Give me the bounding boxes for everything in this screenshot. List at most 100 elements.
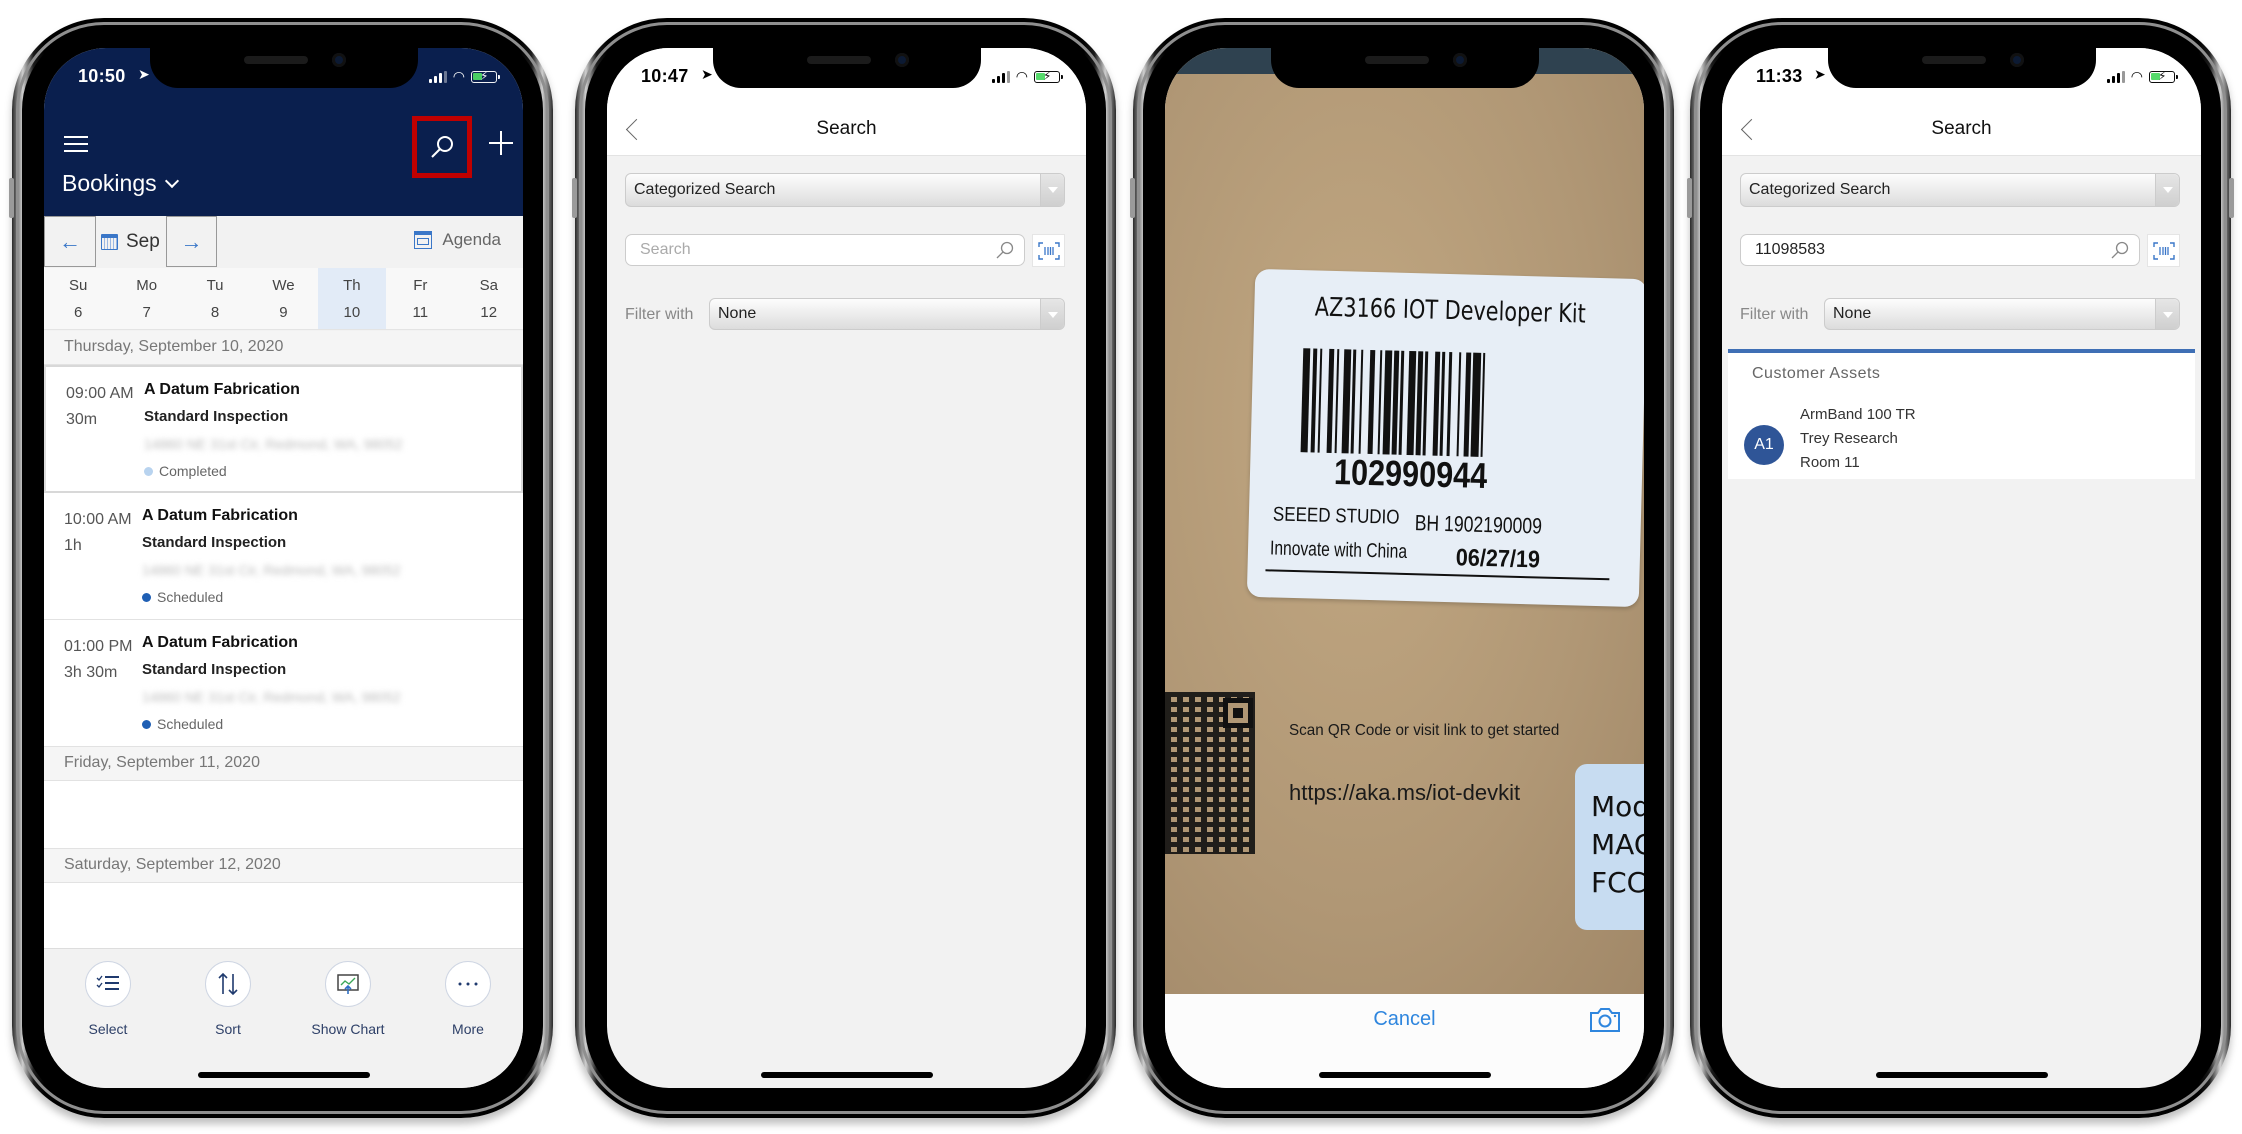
barcode-scan-icon: [1037, 241, 1060, 260]
booking-account: A Datum Fabrication: [142, 634, 298, 651]
result-item[interactable]: A1 ArmBand 100 TR Trey Research Room 11: [1744, 403, 2185, 477]
booking-account: A Datum Fabrication: [144, 381, 300, 398]
booking-details: A Datum Fabrication Standard Inspection 14…: [142, 507, 401, 605]
barcode-bar: [1317, 348, 1323, 453]
battery-icon: ⚡: [471, 69, 500, 83]
barcode-scan-button[interactable]: [2147, 234, 2180, 267]
cancel-button[interactable]: Cancel: [1165, 1008, 1644, 1031]
search-category-select[interactable]: Categorized Search: [1740, 173, 2180, 207]
new-booking-button[interactable]: [484, 126, 518, 160]
search-results-screen: 11:33 ➤ ◠ ⚡ Search Categorized Search 11…: [1722, 48, 2201, 1088]
booking-address: 14860 NE 31st Cir, Redmond, WA, 98052: [142, 562, 401, 578]
camera-icon: [1590, 1008, 1620, 1032]
dropdown-arrow-icon: [2155, 174, 2179, 206]
screen-title: Search: [1931, 118, 1992, 139]
sort-label: Sort: [215, 1021, 241, 1037]
booking-type: Standard Inspection: [144, 408, 289, 425]
search-value: 11098583: [1755, 241, 1825, 258]
home-indicator[interactable]: [1318, 1072, 1491, 1078]
booking-status: Scheduled: [142, 589, 401, 605]
barcode-bar: [1382, 350, 1393, 455]
show-chart-command[interactable]: Show Chart: [298, 961, 398, 1037]
weekday-tu[interactable]: Tu 8: [181, 268, 249, 329]
results-category: Customer Assets: [1752, 365, 1881, 382]
view-selector[interactable]: Bookings: [62, 170, 179, 197]
booking-item[interactable]: 10:00 AM 1h A Datum Fabrication Standard In…: [44, 493, 523, 620]
status-label: Scheduled: [157, 716, 224, 732]
home-indicator[interactable]: [197, 1072, 370, 1078]
weekday-mo[interactable]: Mo 7: [112, 268, 180, 329]
next-button[interactable]: →: [166, 216, 217, 267]
side-button: [1130, 178, 1135, 218]
location-arrow-icon: ➤: [138, 66, 150, 82]
phone-frame-search-empty: 10:47 ➤ ◠ ⚡ Search Categorized Search Se…: [572, 18, 1116, 1118]
barcode-bar: [1470, 352, 1481, 457]
booking-time: 09:00 AM: [66, 385, 134, 402]
notch: [1270, 48, 1539, 88]
booking-address: 14860 NE 31st Cir, Redmond, WA, 98052: [144, 436, 403, 452]
barcode-bar: [1398, 350, 1405, 455]
weekday-we[interactable]: We 9: [249, 268, 317, 329]
booking-status: Completed: [144, 463, 403, 479]
home-indicator[interactable]: [760, 1072, 933, 1078]
weekday-name: We: [272, 276, 295, 294]
booking-duration: 3h 30m: [64, 664, 118, 681]
month-label: Sep: [126, 230, 160, 252]
booking-address: 14860 NE 31st Cir, Redmond, WA, 98052: [142, 689, 401, 705]
weekday-date: 6: [74, 303, 83, 321]
wifi-icon: ◠: [2130, 68, 2143, 84]
result-account: Trey Research: [1800, 430, 1898, 447]
magnifier-icon: [996, 241, 1014, 259]
booking-item[interactable]: 01:00 PM 3h 30m A Datum Fabrication Standar…: [44, 620, 523, 747]
search-input[interactable]: Search: [625, 234, 1025, 266]
search-category-select[interactable]: Categorized Search: [625, 173, 1065, 207]
barcode-scan-button[interactable]: [1032, 234, 1065, 267]
weekday-name: Fr: [413, 276, 428, 294]
label-date: 06/27/19: [1455, 544, 1541, 574]
search-screen: 10:47 ➤ ◠ ⚡ Search Categorized Search Se…: [607, 48, 1086, 1088]
agenda-label: Agenda: [442, 230, 501, 249]
sort-command[interactable]: Sort: [178, 961, 278, 1037]
chevron-down-icon: [164, 173, 179, 188]
label-batch: BH 1902190009: [1414, 510, 1543, 539]
select-command[interactable]: Select: [58, 961, 158, 1037]
phone-frame-search-results: 11:33 ➤ ◠ ⚡ Search Categorized Search 11…: [1687, 18, 2234, 1118]
weekday-date: 12: [480, 303, 498, 321]
barcode-bar: [1367, 349, 1376, 455]
home-indicator[interactable]: [1875, 1072, 2048, 1078]
more-command[interactable]: More: [418, 961, 518, 1037]
filter-select[interactable]: None: [1824, 298, 2180, 330]
weekday-sa[interactable]: Sa 12: [455, 268, 523, 329]
booking-item[interactable]: 09:00 AM 30m A Datum Fabrication Standard I…: [44, 365, 523, 493]
side-button: [572, 178, 577, 218]
previous-button[interactable]: ←: [44, 216, 96, 267]
search-button[interactable]: [412, 116, 472, 178]
agenda-view-toggle[interactable]: Agenda: [414, 230, 501, 250]
search-category-value: Categorized Search: [634, 181, 776, 198]
agenda-icon: [414, 231, 433, 249]
barcode-bar: [1391, 350, 1400, 455]
screen-title: Search: [816, 118, 877, 139]
side-button: [2229, 178, 2234, 218]
hamburger-menu-button[interactable]: [64, 136, 88, 154]
dropdown-arrow-icon: [1040, 174, 1064, 206]
barcode-bar: [1415, 351, 1424, 456]
weekday-th[interactable]: Th 10: [317, 268, 387, 329]
switch-camera-button[interactable]: [1588, 1006, 1622, 1034]
checklist-icon: [85, 961, 131, 1007]
avatar: A1: [1744, 425, 1784, 465]
result-name: ArmBand 100 TR: [1800, 406, 1916, 423]
month-picker[interactable]: Sep: [95, 216, 167, 267]
filter-value: None: [1833, 305, 1872, 322]
result-location: Room 11: [1800, 454, 1860, 471]
status-dot-icon: [142, 592, 151, 602]
filter-select[interactable]: None: [709, 298, 1065, 330]
show-chart-label: Show Chart: [311, 1021, 385, 1037]
weekday-name: Sa: [479, 276, 498, 294]
weekday-su[interactable]: Su 6: [44, 268, 112, 329]
select-label: Select: [88, 1021, 128, 1037]
search-input[interactable]: 11098583: [1740, 234, 2140, 266]
camera-viewfinder[interactable]: AZ3166 IOT Developer Kit 102990944 SEEED…: [1165, 48, 1644, 994]
weekday-name: Tu: [206, 276, 224, 294]
weekday-fr[interactable]: Fr 11: [386, 268, 454, 329]
